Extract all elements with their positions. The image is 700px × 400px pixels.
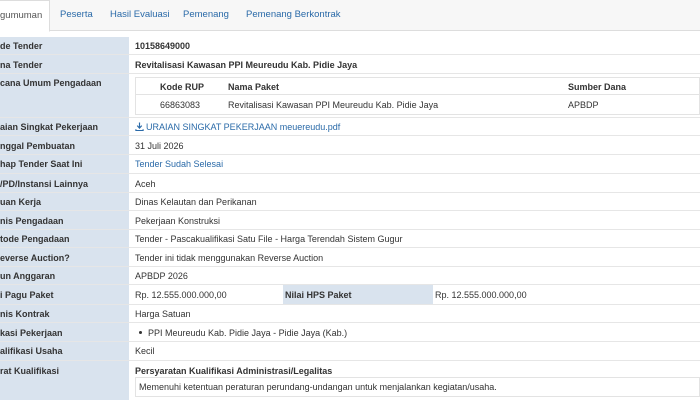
field-label-cell: i Pagu Paket (0, 285, 130, 304)
nama-tender-value: Revitalisasi Kawasan PPI Meureudu Kab. P… (135, 60, 358, 70)
rup-kode-cell: 66863083 (160, 100, 201, 110)
jenis-pengadaan-value: Pekerjaan Konstruksi (135, 216, 221, 226)
field-label: nggal Pembuatan (0, 141, 76, 151)
field-label-cell: na Tender (0, 55, 130, 73)
tahun-anggaran-value: APBDP 2026 (135, 271, 188, 281)
field-label-cell: tode Pengadaan (0, 230, 130, 247)
field-label-cell: everse Auction? (0, 248, 130, 266)
nilai-pagu-value: Rp. 12.555.000.000,00 (135, 290, 227, 300)
tab-label: Pemenang Berkontrak (246, 9, 341, 20)
field-label-cell: kasi Pekerjaan (0, 323, 130, 341)
field-label: /PD/Instansi Lainnya (0, 179, 89, 189)
row-reverse-auction: everse Auction? Tender ini tidak menggun… (0, 248, 700, 267)
field-label: nis Pengadaan (0, 216, 64, 226)
field-label-cell: nis Kontrak (0, 305, 130, 322)
bullet-icon (139, 331, 142, 334)
uraian-link-text: URAIAN SINGKAT PEKERJAAN meuereudu.pdf (146, 122, 341, 132)
row-kualifikasi-usaha: alifikasi Usaha Kecil (0, 342, 700, 361)
field-label-cell: cana Umum Pengadaan (0, 74, 130, 117)
field-label: hap Tender Saat Ini (0, 159, 83, 169)
field-label-cell: nis Pengadaan (0, 211, 130, 229)
field-label: kasi Pekerjaan (0, 328, 63, 338)
row-syarat-kualifikasi: rat Kualifikasi Persyaratan Kualifikasi … (0, 361, 700, 400)
tab-peserta[interactable]: Peserta (60, 0, 93, 31)
jenis-kontrak-value: Harga Satuan (135, 309, 191, 319)
row-nama-tender: na Tender Revitalisasi Kawasan PPI Meure… (0, 55, 700, 74)
field-label-cell: rat Kualifikasi (0, 361, 130, 400)
lokasi-list-item: PPI Meureudu Kab. Pidie Jaya - Pidie Jay… (139, 328, 347, 338)
field-label: i Pagu Paket (0, 290, 54, 300)
satuan-kerja-value: Dinas Kelautan dan Perikanan (135, 197, 257, 207)
rup-table-header: Kode RUP Nama Paket Sumber Dana (136, 78, 699, 95)
tab-label: Peserta (60, 9, 93, 20)
row-jenis-pengadaan: nis Pengadaan Pekerjaan Konstruksi (0, 211, 700, 230)
row-uraian-singkat: aian Singkat Pekerjaan URAIAN SINGKAT PE… (0, 118, 700, 136)
field-label: nis Kontrak (0, 309, 50, 319)
tab-label: Hasil Evaluasi (110, 9, 170, 20)
field-label-cell: alifikasi Usaha (0, 342, 130, 360)
row-tanggal-pembuatan: nggal Pembuatan 31 Juli 2026 (0, 136, 700, 155)
row-jenis-kontrak: nis Kontrak Harga Satuan (0, 305, 700, 323)
rup-table: Kode RUP Nama Paket Sumber Dana 66863083… (135, 77, 700, 115)
uraian-download-link[interactable]: URAIAN SINGKAT PEKERJAAN meuereudu.pdf (135, 122, 340, 132)
reverse-auction-value: Tender ini tidak menggunakan Reverse Auc… (135, 253, 324, 263)
row-tahap-tender: hap Tender Saat Ini Tender Sudah Selesai (0, 155, 700, 174)
kualifikasi-value: Kecil (135, 346, 155, 356)
tab-hasil-evaluasi[interactable]: Hasil Evaluasi (110, 0, 170, 31)
syarat-text: Memenuhi ketentuan peraturan perundang-u… (139, 382, 497, 392)
syarat-heading: Persyaratan Kualifikasi Administrasi/Leg… (135, 366, 333, 376)
col-header-nama-paket: Nama Paket (228, 82, 280, 92)
row-tahun-anggaran: un Anggaran APBDP 2026 (0, 267, 700, 285)
tahap-tender-link[interactable]: Tender Sudah Selesai (135, 159, 223, 169)
field-label-cell: /PD/Instansi Lainnya (0, 174, 130, 192)
kode-tender-value: 10158649000 (135, 41, 191, 51)
syarat-box: Memenuhi ketentuan peraturan perundang-u… (135, 377, 700, 397)
metode-value: Tender - Pascakualifikasi Satu File - Ha… (135, 234, 403, 244)
field-label-cell: de Tender (0, 37, 130, 54)
tanggal-value: 31 Juli 2026 (135, 141, 184, 151)
field-label: everse Auction? (0, 253, 70, 263)
field-label: un Anggaran (0, 271, 56, 281)
tab-pengumuman[interactable]: gumuman (0, 0, 50, 32)
row-metode-pengadaan: tode Pengadaan Tender - Pascakualifikasi… (0, 230, 700, 248)
field-label-cell: hap Tender Saat Ini (0, 155, 130, 173)
field-label: alifikasi Usaha (0, 346, 63, 356)
field-label: Nilai HPS Paket (285, 290, 352, 300)
row-kode-tender: de Tender 10158649000 (0, 37, 700, 55)
field-label: aian Singkat Pekerjaan (0, 122, 99, 132)
tab-pemenang-berkontrak[interactable]: Pemenang Berkontrak (246, 0, 341, 31)
tab-bar: gumuman Peserta Hasil Evaluasi Pemenang … (0, 0, 700, 32)
tab-label: gumuman (0, 10, 43, 21)
field-label: na Tender (0, 60, 43, 70)
row-satuan-kerja: uan Kerja Dinas Kelautan dan Perikanan (0, 193, 700, 211)
col-header-kode-rup: Kode RUP (160, 82, 205, 92)
field-label: rat Kualifikasi (0, 366, 60, 376)
tab-pemenang[interactable]: Pemenang (183, 0, 229, 31)
download-icon (135, 122, 144, 131)
row-lokasi-pekerjaan: kasi Pekerjaan PPI Meureudu Kab. Pidie J… (0, 323, 700, 342)
field-label: de Tender (0, 41, 43, 51)
col-header-sumber-dana: Sumber Dana (568, 82, 627, 92)
nilai-hps-value: Rp. 12.555.000.000,00 (435, 290, 527, 300)
field-label-cell: nggal Pembuatan (0, 136, 130, 154)
field-label: tode Pengadaan (0, 234, 70, 244)
field-label-cell: aian Singkat Pekerjaan (0, 118, 130, 135)
rup-sumber-dana-cell: APBDP (568, 100, 599, 110)
tab-label: Pemenang (183, 9, 229, 20)
row-instansi: /PD/Instansi Lainnya Aceh (0, 174, 700, 193)
row-nilai-pagu: i Pagu Paket Rp. 12.555.000.000,00 Nilai… (0, 285, 700, 305)
field-label: uan Kerja (0, 197, 42, 207)
rup-nama-paket-cell: Revitalisasi Kawasan PPI Meureudu Kab. P… (228, 100, 439, 110)
field-label-cell: uan Kerja (0, 193, 130, 210)
lokasi-value: PPI Meureudu Kab. Pidie Jaya - Pidie Jay… (148, 328, 348, 338)
field-label: cana Umum Pengadaan (0, 78, 102, 88)
field-label-cell: un Anggaran (0, 267, 130, 284)
hps-label-cell: Nilai HPS Paket (283, 285, 433, 304)
instansi-value: Aceh (135, 179, 156, 189)
